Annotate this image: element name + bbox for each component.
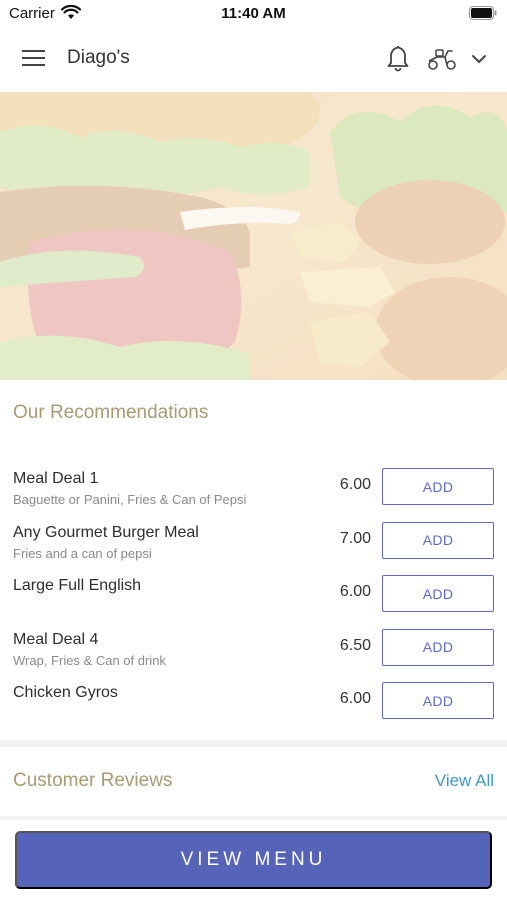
- item-price: 6.00: [339, 583, 371, 600]
- battery-icon: [469, 6, 497, 25]
- item-name: Meal Deal 1: [13, 470, 99, 487]
- bell-icon[interactable]: [386, 44, 410, 77]
- scooter-icon[interactable]: [427, 47, 457, 76]
- list-item: Chicken Gyros 6.00 ADD: [0, 678, 507, 732]
- recommendations-list: Meal Deal 1 Baguette or Panini, Fries & …: [0, 464, 507, 732]
- bottom-bar: VIEW MENU: [0, 820, 507, 900]
- view-menu-button[interactable]: VIEW MENU: [15, 831, 492, 889]
- status-bar: Carrier 11:40 AM: [0, 0, 507, 28]
- add-button[interactable]: ADD: [382, 521, 494, 559]
- app-header: Diago's: [0, 28, 507, 92]
- recommendations-title: Our Recommendations: [13, 402, 209, 423]
- item-description: Wrap, Fries & Can of drink: [13, 652, 166, 668]
- item-name: Any Gourmet Burger Meal: [13, 523, 199, 541]
- item-price: 6.50: [339, 636, 371, 654]
- add-button[interactable]: ADD: [382, 575, 494, 612]
- section-divider: [0, 740, 507, 747]
- hamburger-menu-icon[interactable]: [22, 48, 46, 68]
- view-all-reviews-link[interactable]: View All: [435, 771, 494, 791]
- add-button[interactable]: ADD: [382, 682, 494, 719]
- restaurant-title: Diago's: [67, 47, 130, 68]
- item-description: Fries and a can of pepsi: [13, 545, 152, 561]
- add-button[interactable]: ADD: [382, 628, 494, 666]
- item-name: Large Full English: [13, 577, 142, 594]
- reviews-title: Customer Reviews: [13, 770, 173, 791]
- hero-food-image: [0, 92, 507, 380]
- list-item: Meal Deal 4 Wrap, Fries & Can of drink 6…: [0, 625, 507, 679]
- clock: 11:40 AM: [221, 5, 286, 22]
- list-item: Meal Deal 1 Baguette or Panini, Fries & …: [0, 464, 507, 518]
- list-item: Large Full English 6.00 ADD: [0, 571, 507, 625]
- item-price: 6.00: [339, 690, 371, 707]
- item-name: Chicken Gyros: [13, 684, 118, 701]
- item-name: Meal Deal 4: [13, 630, 99, 648]
- item-price: 6.00: [339, 476, 371, 493]
- item-description: Baguette or Panini, Fries & Can of Pepsi: [13, 492, 247, 507]
- list-item: Any Gourmet Burger Meal Fries and a can …: [0, 518, 507, 572]
- chevron-down-icon[interactable]: [471, 52, 487, 70]
- add-button[interactable]: ADD: [382, 468, 494, 505]
- item-price: 7.00: [339, 529, 371, 547]
